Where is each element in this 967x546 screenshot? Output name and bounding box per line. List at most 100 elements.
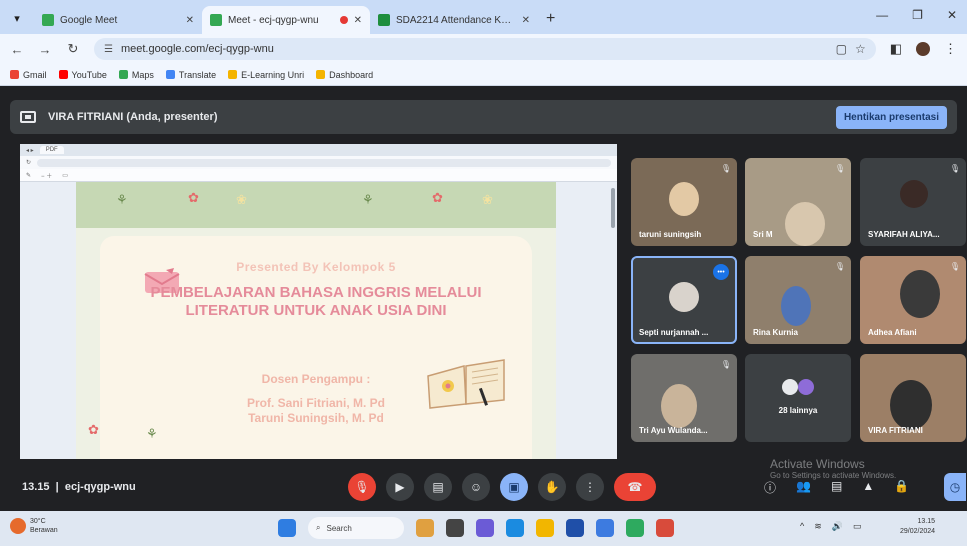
open-book-icon bbox=[427, 359, 505, 409]
windows-start-icon[interactable] bbox=[278, 519, 296, 537]
flower-icon: ❀ bbox=[236, 192, 247, 207]
weather-icon bbox=[10, 518, 26, 534]
search-placeholder: Search bbox=[326, 523, 352, 533]
close-window-icon[interactable]: ✕ bbox=[947, 8, 957, 22]
participant-video bbox=[785, 202, 825, 246]
chat-icon[interactable]: ▤ bbox=[831, 479, 842, 496]
more-options-button[interactable]: ⋮ bbox=[576, 473, 604, 501]
people-icon[interactable]: 👥 bbox=[796, 479, 811, 496]
wifi-icon[interactable]: ≋ bbox=[814, 521, 822, 532]
task-view-icon[interactable] bbox=[446, 519, 464, 537]
taskbar-apps: ⌕ Search bbox=[278, 517, 674, 539]
captions-button[interactable]: ▤ bbox=[424, 473, 452, 501]
side-panel-icon[interactable]: ◧ bbox=[890, 41, 902, 57]
forward-icon[interactable]: → bbox=[38, 42, 52, 57]
bookmark-gmail[interactable]: Gmail bbox=[10, 70, 47, 80]
meeting-tools-button[interactable]: ◷ bbox=[944, 473, 966, 501]
camera-button[interactable]: ▶ bbox=[386, 473, 414, 501]
close-tab-icon[interactable]: ✕ bbox=[186, 15, 194, 26]
participant-avatar bbox=[669, 282, 699, 312]
file-explorer-icon[interactable] bbox=[536, 519, 554, 537]
presenter-label: VIRA FITRIANI (Anda, presenter) bbox=[48, 111, 218, 123]
close-tab-icon[interactable]: ✕ bbox=[354, 15, 362, 26]
slide-group-label: Presented By Kelompok 5 bbox=[236, 260, 396, 274]
participant-name: SYARIFAH ALIYA... bbox=[868, 230, 940, 239]
participant-tile[interactable]: 🎙 Rina Kurnia bbox=[745, 256, 851, 344]
tab-meet-call[interactable]: Meet - ecj-qygp-wnu ✕ bbox=[202, 6, 370, 34]
widgets-app-icon[interactable] bbox=[416, 519, 434, 537]
whatsapp-app-icon[interactable] bbox=[626, 519, 644, 537]
raise-hand-button[interactable]: ✋ bbox=[538, 473, 566, 501]
shared-url bbox=[37, 158, 611, 167]
shared-page-icon: ▭ bbox=[62, 172, 68, 179]
bookmark-dashboard[interactable]: Dashboard bbox=[316, 70, 373, 80]
mic-icon: 🎙 bbox=[720, 164, 731, 173]
host-controls-icon[interactable]: 🔒 bbox=[894, 479, 909, 496]
tab-attendance-sheet[interactable]: SDA2214 Attendance Kelas A ✕ bbox=[370, 6, 538, 34]
tray-overflow-icon[interactable]: ^ bbox=[800, 521, 804, 532]
dashboard-icon bbox=[316, 70, 326, 79]
meet-control-bar: 13.15 | ecj-qygp-wnu Activate Windows Go… bbox=[0, 457, 967, 511]
maximize-icon[interactable]: ❐ bbox=[912, 8, 923, 22]
participant-video bbox=[900, 270, 940, 318]
info-icon[interactable]: ⓘ bbox=[764, 479, 776, 496]
more-options-icon[interactable]: ••• bbox=[713, 264, 729, 280]
others-avatar-icon bbox=[798, 378, 815, 395]
meet-favicon-icon bbox=[210, 14, 222, 26]
menu-dots-icon[interactable]: ⋮ bbox=[944, 41, 957, 57]
emoji-button[interactable]: ☺ bbox=[462, 473, 490, 501]
tab-google-meet[interactable]: Google Meet ✕ bbox=[34, 6, 202, 34]
participant-tile[interactable]: 🎙 Sri M bbox=[745, 158, 851, 246]
site-info-icon[interactable]: ☰ bbox=[104, 44, 113, 55]
battery-icon[interactable]: ▭ bbox=[853, 521, 862, 532]
present-button[interactable]: ▣ bbox=[500, 473, 528, 501]
tab-search-icon[interactable]: ▾ bbox=[6, 7, 28, 29]
weather-widget[interactable]: 30°C Berawan bbox=[10, 517, 58, 535]
mic-icon: 🎙 bbox=[949, 164, 960, 173]
reload-icon[interactable]: ↻ bbox=[66, 41, 80, 57]
tab-title: Google Meet bbox=[60, 14, 118, 26]
bookmark-elearning[interactable]: E-Learning Unri bbox=[228, 70, 304, 80]
bookmark-youtube[interactable]: YouTube bbox=[58, 70, 107, 80]
participant-tile[interactable]: 🎙 taruni suningsih bbox=[631, 158, 737, 246]
mic-icon: 🎙 bbox=[834, 262, 845, 271]
translate-icon bbox=[165, 70, 175, 79]
bookmark-translate[interactable]: Translate bbox=[165, 70, 216, 80]
participant-tile[interactable]: 🎙 SYARIFAH ALIYA... bbox=[860, 158, 966, 246]
cast-icon[interactable]: ▢ bbox=[836, 42, 847, 56]
omnibox[interactable]: ☰ meet.google.com/ecj-qygp-wnu ▢ ☆ bbox=[94, 38, 876, 60]
mic-muted-button[interactable]: 🎙 bbox=[348, 473, 376, 501]
leave-call-button[interactable]: ☎ bbox=[614, 473, 656, 501]
taskbar-clock[interactable]: 13.15 29/02/2024 bbox=[900, 517, 935, 537]
edge-app-icon[interactable] bbox=[506, 519, 524, 537]
chat-app-icon[interactable] bbox=[476, 519, 494, 537]
participant-name: taruni suningsih bbox=[639, 230, 702, 239]
bookmarks-bar: Gmail YouTube Maps Translate E-Learning … bbox=[0, 64, 967, 86]
shared-scrollbar bbox=[611, 188, 615, 228]
bookmark-maps[interactable]: Maps bbox=[118, 70, 154, 80]
close-tab-icon[interactable]: ✕ bbox=[522, 15, 530, 26]
participant-tile[interactable]: 🎙 Adhea Afiani bbox=[860, 256, 966, 344]
shared-browser-tabs: ◂ ▸ PDF bbox=[20, 144, 617, 156]
volume-icon[interactable]: 🔊 bbox=[832, 521, 843, 532]
mail-app-icon[interactable] bbox=[596, 519, 614, 537]
bookmark-star-icon[interactable]: ☆ bbox=[855, 42, 866, 56]
screen: ▾ Google Meet ✕ Meet - ecj-qygp-wnu ✕ SD… bbox=[0, 0, 967, 546]
activities-icon[interactable]: ▲ bbox=[862, 479, 874, 496]
participant-name: Rina Kurnia bbox=[753, 328, 798, 337]
chrome-app-icon[interactable] bbox=[656, 519, 674, 537]
participant-tile-others[interactable]: 28 lainnya bbox=[745, 354, 851, 442]
lecturer-2: Taruni Suningsih, M. Pd bbox=[248, 411, 384, 425]
participant-tile-selected[interactable]: ••• Septi nurjannah ... bbox=[631, 256, 737, 344]
participant-tile[interactable]: 🎙 Tri Ayu Wulanda... bbox=[631, 354, 737, 442]
recording-indicator-icon bbox=[339, 16, 348, 24]
new-tab-icon[interactable]: + bbox=[546, 10, 555, 28]
store-app-icon[interactable] bbox=[566, 519, 584, 537]
profile-avatar-icon[interactable] bbox=[916, 42, 930, 56]
participant-tile[interactable]: VIRA FITRIANI bbox=[860, 354, 966, 442]
back-icon[interactable]: ← bbox=[10, 42, 24, 57]
taskbar-search[interactable]: ⌕ Search bbox=[308, 517, 404, 539]
minimize-icon[interactable]: — bbox=[876, 8, 888, 22]
shared-tab: PDF bbox=[39, 146, 64, 154]
stop-presenting-button[interactable]: Hentikan presentasi bbox=[835, 105, 947, 129]
